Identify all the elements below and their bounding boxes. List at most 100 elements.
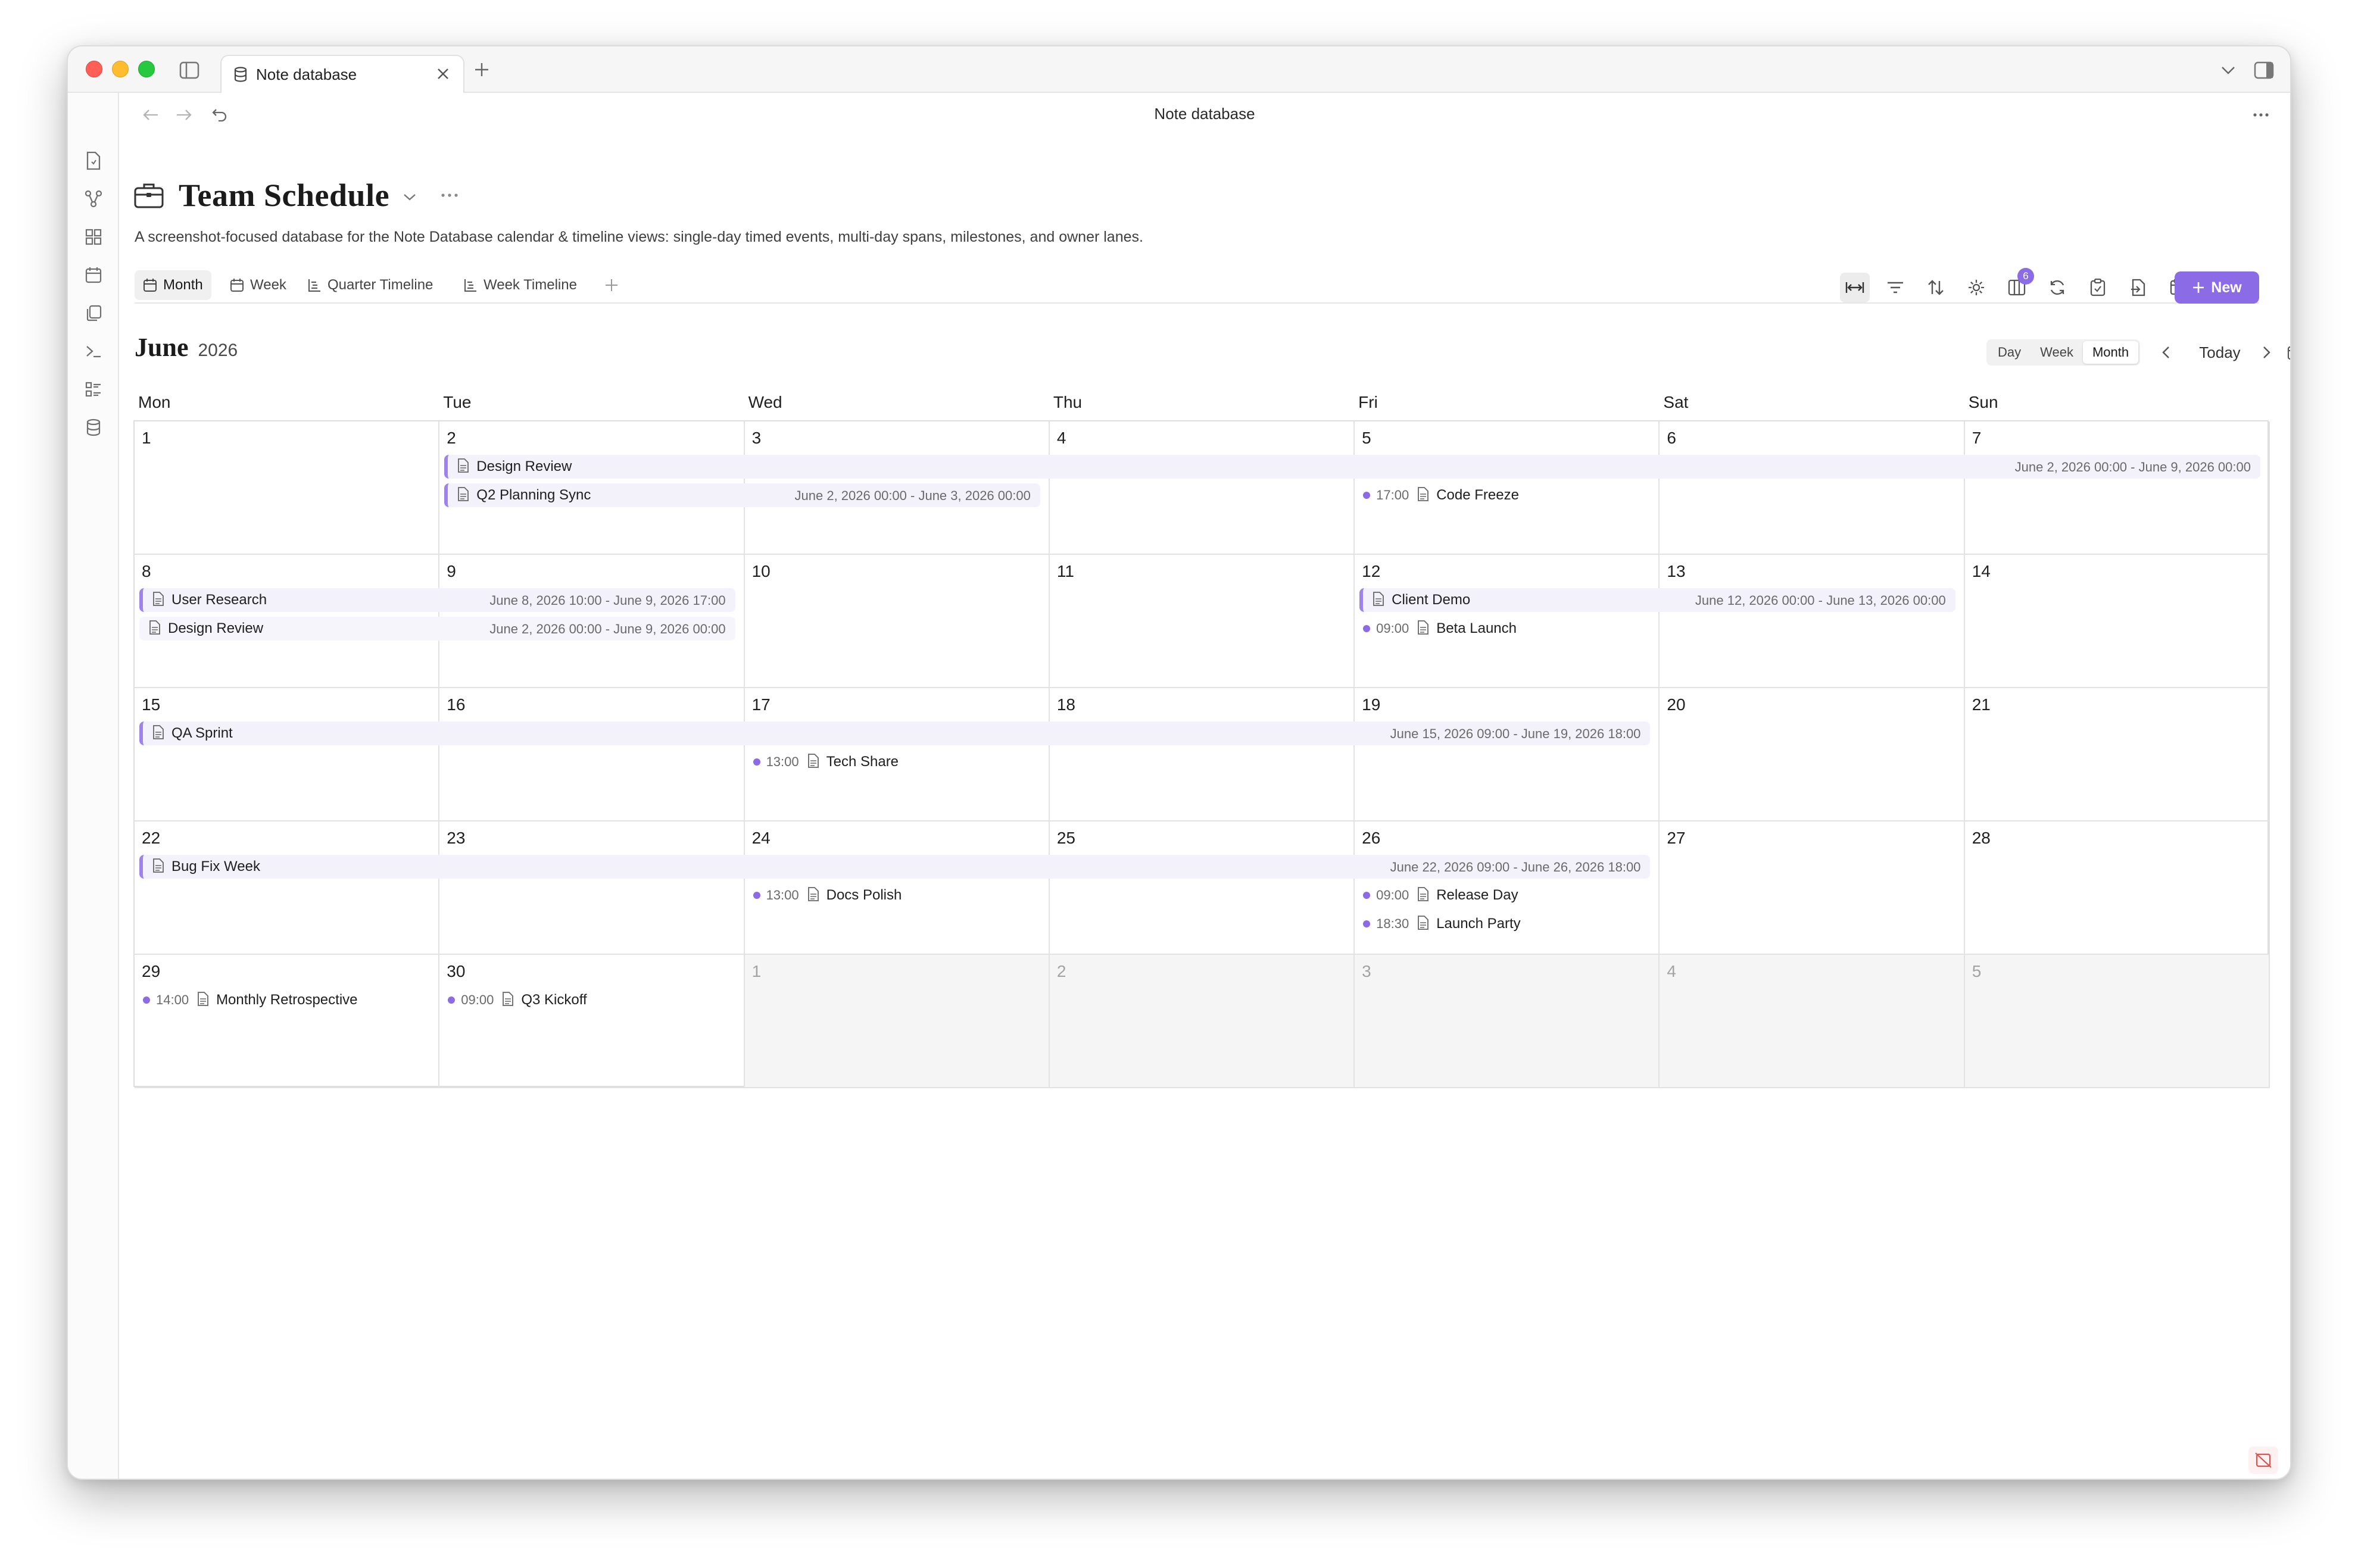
day-cell[interactable]: 4 [1049, 421, 1355, 555]
settings-gear-icon[interactable] [1961, 273, 1991, 302]
right-sidebar-toggle-icon[interactable] [2253, 60, 2275, 81]
tab-week-view[interactable]: Week [222, 270, 295, 300]
timed-event[interactable]: 18:30 Launch Party [1363, 912, 1521, 936]
day-cell-outside-month[interactable]: 1 [744, 955, 1050, 1088]
span-event[interactable]: Client Demo June 12, 2026 00:00 - June 13… [1359, 588, 1955, 612]
refresh-icon[interactable] [2042, 273, 2072, 302]
document-icon [197, 991, 209, 1009]
new-tab-icon[interactable] [472, 60, 492, 80]
timed-event[interactable]: 09:00 Release Day [1363, 883, 1518, 907]
today-button[interactable]: Today [2190, 341, 2250, 364]
timed-event[interactable]: 13:00 Tech Share [753, 750, 899, 774]
timed-event[interactable]: 09:00 Q3 Kickoff [448, 988, 587, 1012]
close-tab-icon[interactable] [433, 64, 453, 83]
day-cell[interactable]: 27 [1660, 822, 1965, 955]
minimize-window-button[interactable] [112, 61, 129, 77]
span-event[interactable]: Q2 Planning Sync June 2, 2026 00:00 - Jun… [444, 483, 1040, 507]
day-cell[interactable]: 22 [135, 822, 440, 955]
event-time: 09:00 [1376, 621, 1409, 636]
add-view-icon[interactable] [595, 270, 634, 300]
tab-label: Quarter Timeline [328, 277, 433, 293]
span-event[interactable]: Design Review June 2, 2026 00:00 - June 9… [444, 455, 2260, 479]
day-cell[interactable]: 7 [1964, 421, 2270, 555]
event-dot-icon [448, 997, 456, 1004]
more-options-icon[interactable] [441, 193, 458, 198]
chevron-down-icon[interactable] [2219, 61, 2238, 80]
grid-icon[interactable] [84, 227, 103, 246]
document-icon [152, 591, 164, 609]
day-cell[interactable]: 10 [744, 555, 1050, 688]
day-cell[interactable]: 1 [135, 421, 440, 555]
day-cell[interactable]: 16 [439, 688, 745, 822]
day-cell[interactable]: 15 [135, 688, 440, 822]
day-cell-outside-month[interactable]: 3 [1355, 955, 1660, 1088]
day-cell-outside-month[interactable]: 4 [1660, 955, 1965, 1088]
zoom-window-button[interactable] [138, 61, 155, 77]
tab-quarter-timeline-view[interactable]: Quarter Timeline [299, 270, 441, 300]
span-event-title: Bug Fix Week [171, 858, 260, 874]
database-icon[interactable] [84, 418, 103, 437]
day-cell-outside-month[interactable]: 2 [1049, 955, 1355, 1088]
new-entry-button[interactable]: New [2175, 271, 2259, 304]
more-options-icon[interactable] [2251, 105, 2271, 125]
columns-icon[interactable]: 6 [2002, 268, 2034, 302]
previous-month-icon[interactable] [2156, 341, 2177, 364]
terminal-icon[interactable] [84, 342, 103, 361]
day-cell[interactable]: 6 [1660, 421, 1965, 555]
range-week-button[interactable]: Week [2030, 341, 2083, 364]
day-cell[interactable]: 20 [1660, 688, 1965, 822]
day-cell[interactable]: 23 [439, 822, 745, 955]
timed-event[interactable]: 14:00 Monthly Retrospective [143, 988, 358, 1012]
day-cell[interactable]: 14 [1964, 555, 2270, 688]
close-window-button[interactable] [86, 61, 102, 77]
span-event[interactable]: User Research June 8, 2026 10:00 - June 9… [139, 588, 735, 612]
graph-icon[interactable] [84, 189, 103, 208]
sync-error-icon[interactable] [2248, 1447, 2278, 1474]
day-cell[interactable]: 18 [1049, 688, 1355, 822]
weekday-label: Sun [1968, 393, 1998, 411]
timed-event[interactable]: 17:00 Code Freeze [1363, 483, 1519, 507]
day-cell[interactable]: 13 [1660, 555, 1965, 688]
clipboard-icon[interactable] [2083, 273, 2113, 302]
filter-icon[interactable] [1880, 273, 1910, 302]
document-icon [457, 486, 469, 504]
weekday-label: Thu [1053, 393, 1083, 411]
calendar-icon[interactable] [84, 266, 103, 285]
day-cell[interactable]: 19 [1355, 688, 1660, 822]
day-cell[interactable]: 29 [135, 955, 440, 1088]
copy-icon[interactable] [84, 304, 103, 323]
tab-label: Note database [256, 65, 357, 83]
day-cell[interactable]: 11 [1049, 555, 1355, 688]
tab-week-timeline-view[interactable]: Week Timeline [455, 270, 585, 300]
day-cell[interactable]: 21 [1964, 688, 2270, 822]
day-cell[interactable]: 28 [1964, 822, 2270, 955]
span-event[interactable]: Bug Fix Week June 22, 2026 09:00 - June 2… [139, 855, 1651, 879]
chevron-down-icon[interactable] [403, 192, 417, 202]
day-cell-outside-month[interactable]: 5 [1964, 955, 2270, 1088]
day-number: 19 [1362, 695, 1381, 714]
day-number: 24 [751, 829, 771, 847]
event-time: 14:00 [156, 992, 189, 1007]
export-file-icon[interactable] [2123, 273, 2153, 302]
day-cell[interactable]: 25 [1049, 822, 1355, 955]
date-picker-icon[interactable] [2284, 341, 2290, 364]
timed-event[interactable]: 13:00 Docs Polish [753, 883, 902, 907]
main-content: Team Schedule A screenshot-focused datab… [119, 136, 2290, 1479]
range-day-button[interactable]: Day [1988, 341, 2030, 364]
tab-month-view[interactable]: Month [135, 270, 211, 300]
span-event[interactable]: QA Sprint June 15, 2026 09:00 - June 19, … [139, 721, 1651, 745]
range-month-button[interactable]: Month [2082, 341, 2139, 364]
sidebar-toggle-icon[interactable] [179, 60, 200, 81]
file-icon[interactable] [84, 151, 103, 170]
tab-note-database[interactable]: Note database [220, 55, 464, 93]
fit-width-icon[interactable] [1840, 273, 1870, 302]
sort-icon[interactable] [1921, 273, 1951, 302]
document-icon [1373, 591, 1384, 609]
event-dot-icon [753, 758, 760, 766]
briefcase-icon [134, 183, 164, 208]
timed-event[interactable]: 09:00 Beta Launch [1363, 617, 1517, 641]
day-cell[interactable]: 30 [439, 955, 745, 1088]
list-icon[interactable] [84, 380, 103, 399]
next-month-icon[interactable] [2256, 341, 2277, 364]
span-event[interactable]: Design Review June 2, 2026 00:00 - June 9… [139, 617, 735, 641]
